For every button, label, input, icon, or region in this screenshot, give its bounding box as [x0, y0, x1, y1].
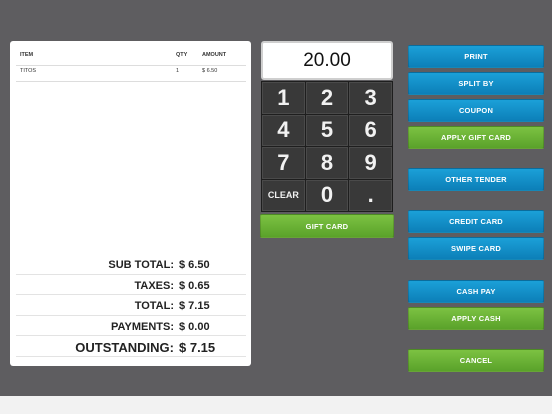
- subtotal-line: SUB TOTAL: $ 6.50: [16, 254, 246, 275]
- taxes-value: $ 0.65: [179, 279, 210, 292]
- row-amount: $ 6.50: [202, 68, 218, 74]
- row-qty: 1: [176, 68, 180, 74]
- cash-pay-button[interactable]: CASH PAY: [408, 280, 544, 303]
- outstanding-line: OUTSTANDING: $ 7.15: [16, 336, 246, 357]
- outstanding-label: OUTSTANDING:: [75, 340, 174, 355]
- split-by-button[interactable]: SPLIT BY: [408, 72, 544, 95]
- cancel-button[interactable]: CANCEL: [408, 349, 544, 372]
- key-2[interactable]: 2: [305, 82, 349, 114]
- receipt-panel: ITEM QTY AMOUNT TITOS 1 $ 6.50 SUB TOTAL…: [10, 41, 251, 366]
- apply-cash-button[interactable]: APPLY CASH: [408, 307, 544, 330]
- credit-card-button[interactable]: CREDIT CARD: [408, 210, 544, 233]
- totals-section: SUB TOTAL: $ 6.50 TAXES: $ 0.65 TOTAL: $…: [16, 254, 246, 357]
- taxes-line: TAXES: $ 0.65: [16, 275, 246, 295]
- payments-line: PAYMENTS: $ 0.00: [16, 316, 246, 336]
- key-8[interactable]: 8: [305, 147, 349, 179]
- payments-value: $ 0.00: [179, 320, 210, 333]
- key-decimal[interactable]: .: [349, 179, 392, 211]
- amount-display[interactable]: 20.00: [261, 41, 393, 80]
- receipt-header-row: ITEM QTY AMOUNT: [16, 52, 246, 66]
- header-amount: AMOUNT: [202, 52, 227, 58]
- key-3[interactable]: 3: [349, 82, 392, 114]
- key-6[interactable]: 6: [349, 114, 392, 146]
- subtotal-label: SUB TOTAL:: [108, 259, 174, 271]
- taxes-label: TAXES:: [134, 279, 174, 292]
- key-4[interactable]: 4: [262, 114, 305, 146]
- subtotal-value: $ 6.50: [179, 259, 210, 271]
- print-button[interactable]: PRINT: [408, 45, 544, 68]
- key-clear[interactable]: CLEAR: [262, 179, 305, 211]
- key-1[interactable]: 1: [262, 82, 305, 114]
- key-0[interactable]: 0: [305, 179, 349, 211]
- numeric-keypad: 1 2 3 4 5 6 7 8 9 CLEAR 0 .: [261, 81, 393, 212]
- apply-gift-card-button[interactable]: APPLY GIFT CARD: [408, 126, 544, 149]
- key-5[interactable]: 5: [305, 114, 349, 146]
- header-item: ITEM: [20, 52, 34, 58]
- key-7[interactable]: 7: [262, 147, 305, 179]
- header-qty: QTY: [176, 52, 188, 58]
- total-value: $ 7.15: [179, 300, 210, 312]
- total-label: TOTAL:: [134, 300, 174, 312]
- row-item: TITOS: [20, 68, 37, 74]
- key-9[interactable]: 9: [349, 147, 392, 179]
- gift-card-button[interactable]: GIFT CARD: [260, 214, 394, 238]
- coupon-button[interactable]: COUPON: [408, 99, 544, 122]
- table-row[interactable]: TITOS 1 $ 6.50: [16, 68, 246, 82]
- total-line: TOTAL: $ 7.15: [16, 295, 246, 316]
- bottom-bar: [0, 396, 552, 414]
- payments-label: PAYMENTS:: [111, 320, 174, 333]
- outstanding-value: $ 7.15: [179, 340, 216, 355]
- swipe-card-button[interactable]: SWIPE CARD: [408, 237, 544, 260]
- other-tender-button[interactable]: OTHER TENDER: [408, 168, 544, 191]
